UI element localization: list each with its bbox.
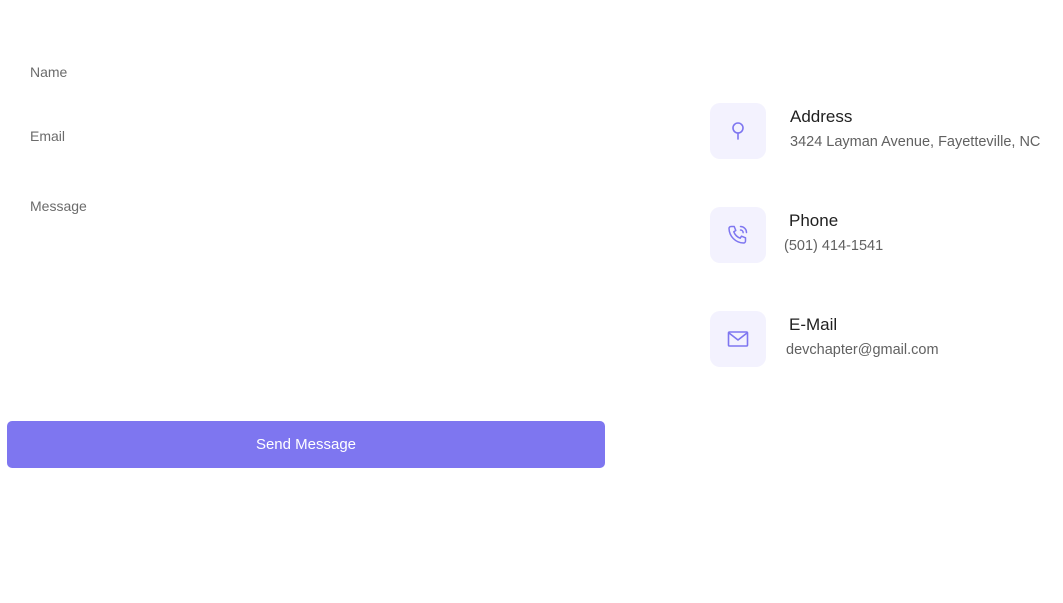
send-message-button[interactable]: Send Message xyxy=(7,421,605,468)
address-icon-box xyxy=(710,103,766,159)
phone-title: Phone xyxy=(789,211,839,230)
phone-icon-box xyxy=(710,207,766,263)
phone-value: (501) 414-1541 xyxy=(784,238,884,254)
address-info: Address 3424 Layman Avenue, Fayetteville… xyxy=(710,103,1060,159)
email-info: E-Mail devchapter@gmail.com xyxy=(710,311,1060,367)
address-title: Address xyxy=(790,107,853,126)
contact-form: Send Message xyxy=(0,0,620,603)
message-field[interactable] xyxy=(30,198,590,398)
map-pin-icon xyxy=(732,122,744,140)
email-title: E-Mail xyxy=(789,315,838,334)
envelope-icon xyxy=(727,331,749,347)
phone-info: Phone (501) 414-1541 xyxy=(710,207,1060,263)
phone-icon xyxy=(728,225,748,244)
email-field[interactable] xyxy=(30,126,590,146)
email-icon-box xyxy=(710,311,766,367)
address-value: 3424 Layman Avenue, Fayetteville, NC xyxy=(790,134,1041,150)
email-value: devchapter@gmail.com xyxy=(786,342,939,358)
name-field[interactable] xyxy=(30,62,590,82)
contact-page: Send Message Address 3424 Layman Avenue,… xyxy=(0,0,1063,603)
